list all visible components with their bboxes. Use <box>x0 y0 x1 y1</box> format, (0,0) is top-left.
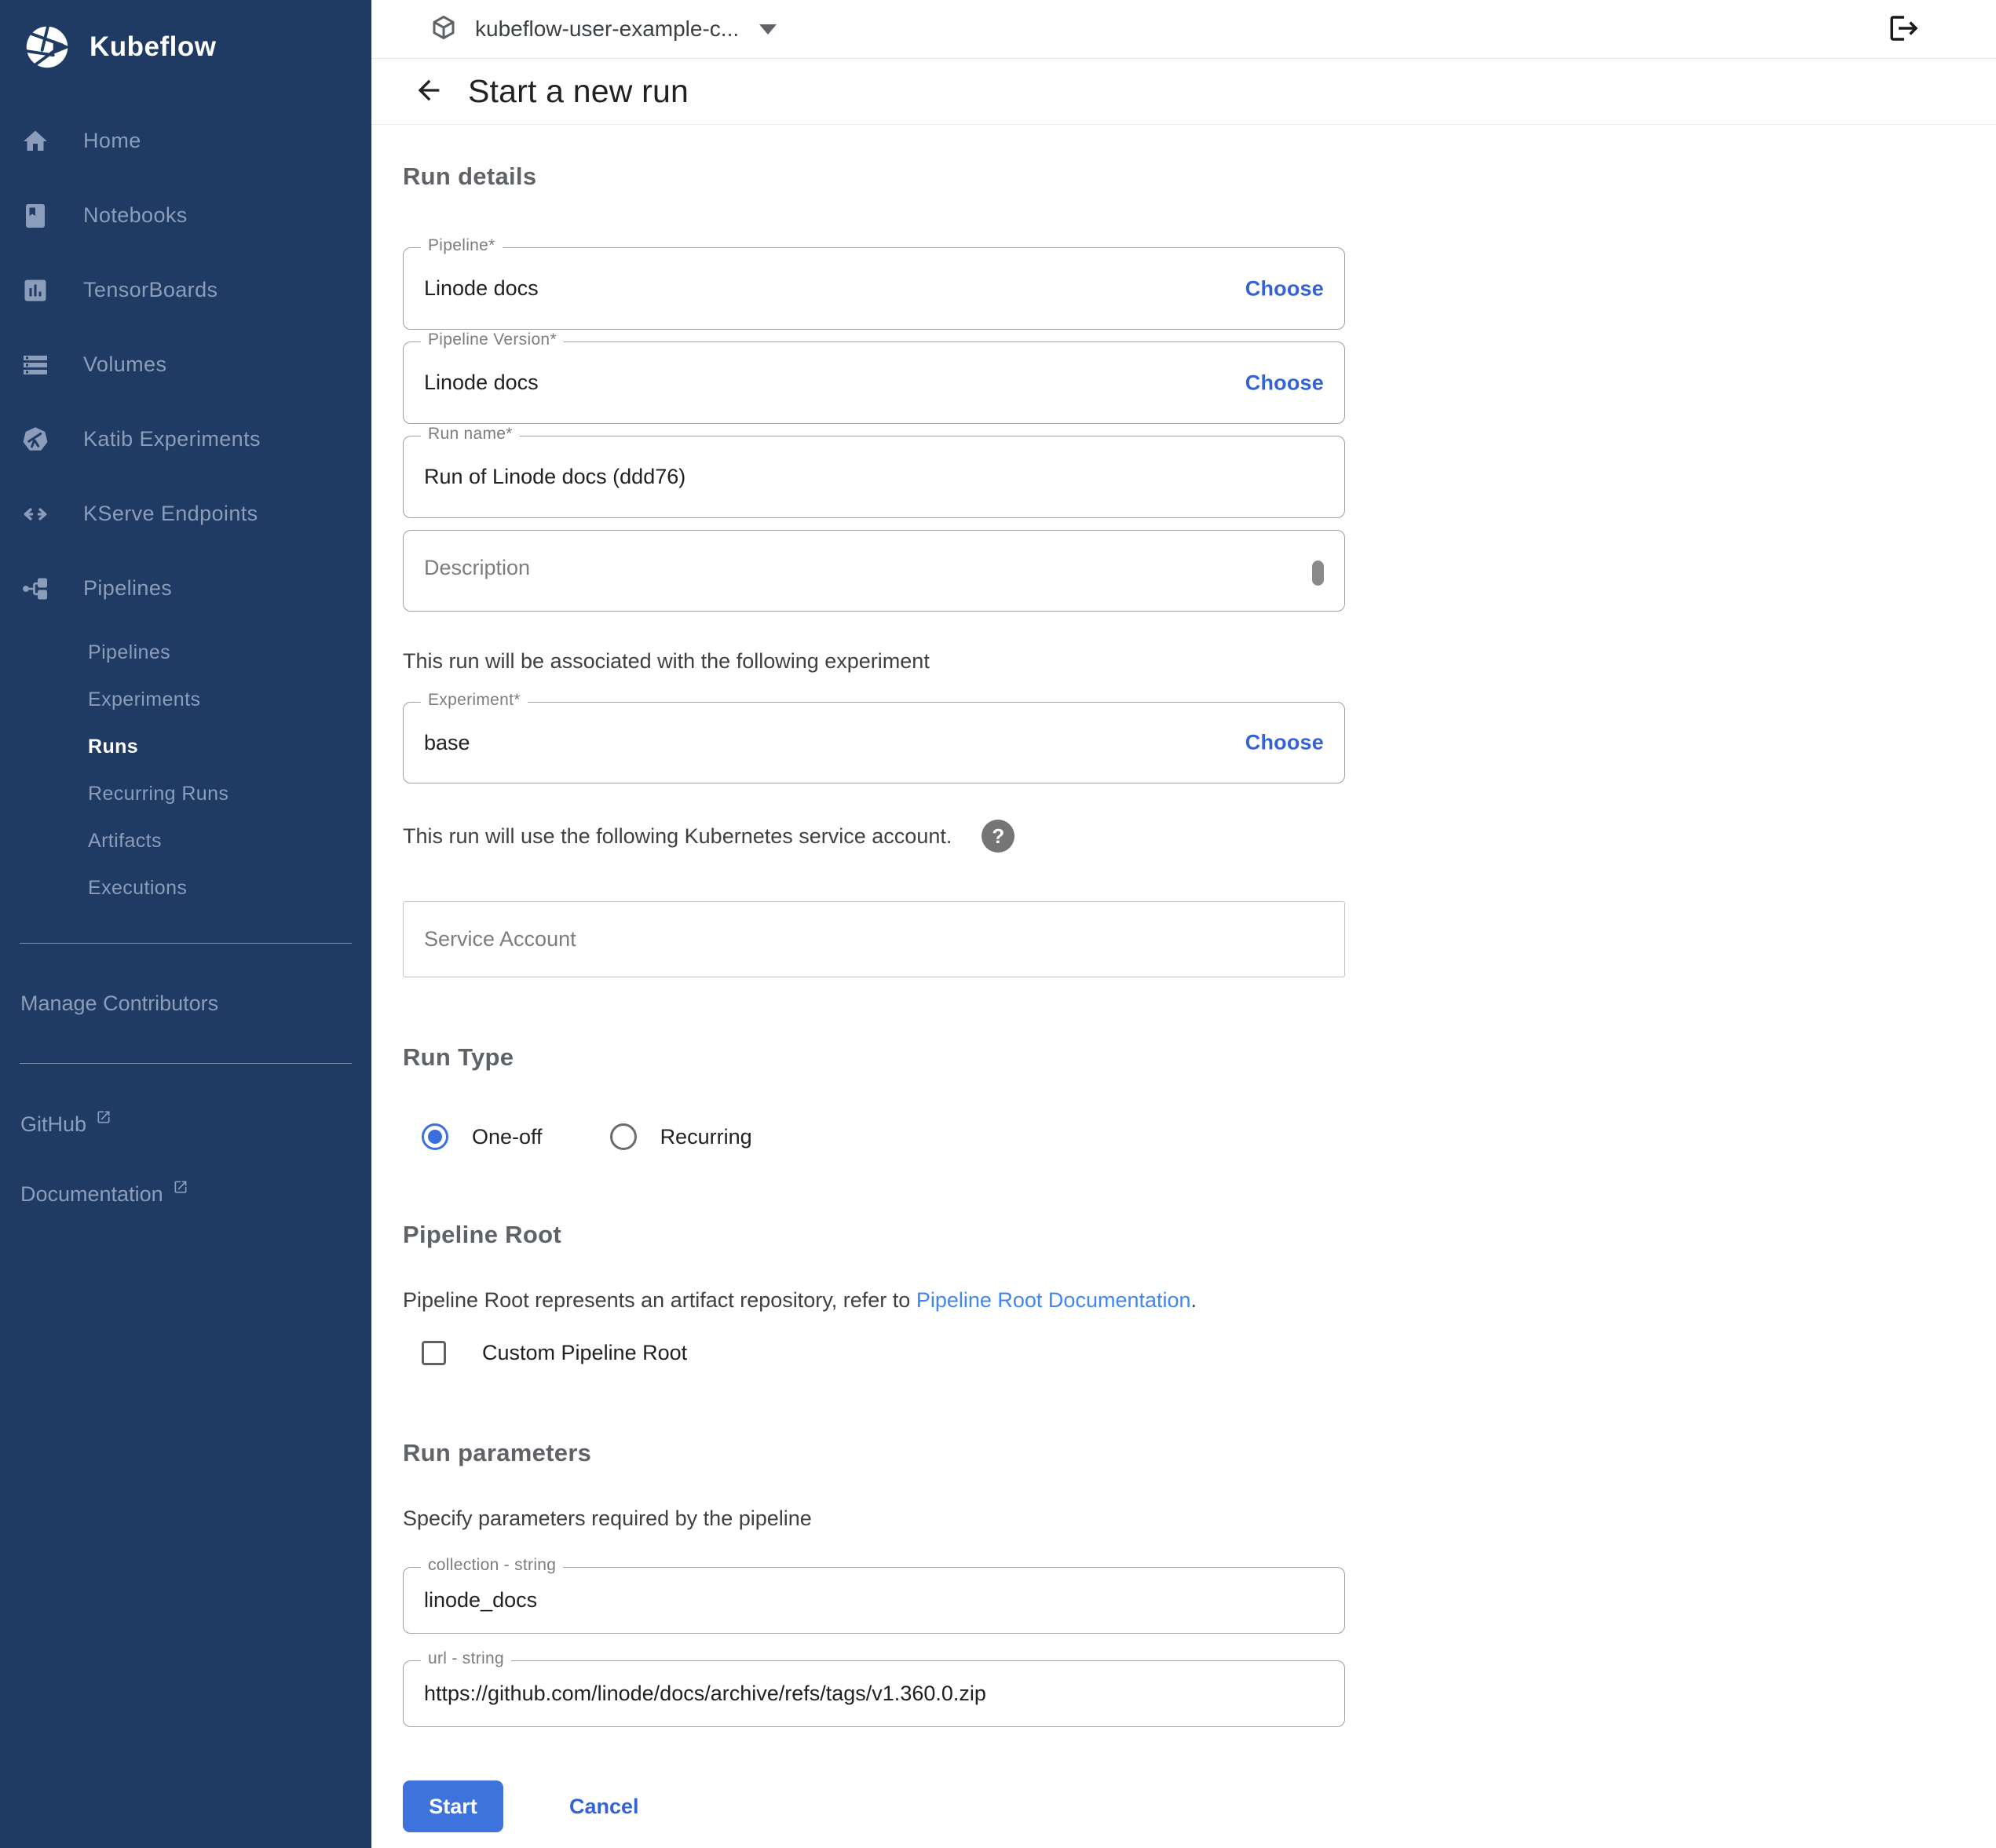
subnav-item-recurring-runs[interactable]: Recurring Runs <box>0 770 371 817</box>
pipelines-subnav: Pipelines Experiments Runs Recurring Run… <box>0 629 371 911</box>
one-off-label: One-off <box>472 1125 543 1149</box>
form-actions: Start Cancel <box>403 1780 1996 1832</box>
pipeline-root-doc-link[interactable]: Pipeline Root Documentation <box>916 1288 1191 1312</box>
subnav-item-runs[interactable]: Runs <box>0 723 371 770</box>
external-link-icon <box>173 1176 188 1200</box>
sidebar-item-manage-contributors[interactable]: Manage Contributors <box>0 988 371 1019</box>
tensorboards-icon <box>20 276 50 305</box>
pipeline-root-heading: Pipeline Root <box>403 1221 1996 1249</box>
form-content: Run details Pipeline* Choose Pipeline Ve… <box>371 125 1996 1848</box>
namespace-cube-icon <box>430 13 458 46</box>
pipeline-field: Pipeline* Choose <box>403 247 1345 330</box>
sidebar-item-katib-experiments[interactable]: Katib Experiments <box>0 402 371 477</box>
url-param-field: url - string <box>403 1660 1345 1727</box>
start-button[interactable]: Start <box>403 1780 503 1832</box>
subnav-item-artifacts[interactable]: Artifacts <box>0 817 371 864</box>
page-title: Start a new run <box>468 73 689 110</box>
pipeline-root-description: Pipeline Root represents an artifact rep… <box>403 1288 1996 1313</box>
experiment-input[interactable] <box>424 703 1131 783</box>
experiment-field: Experiment* Choose <box>403 702 1345 783</box>
run-parameters-note: Specify parameters required by the pipel… <box>403 1507 1996 1531</box>
description-field <box>403 530 1345 612</box>
run-name-input[interactable] <box>424 436 1131 517</box>
description-input[interactable] <box>404 531 1267 611</box>
sidebar-item-volumes[interactable]: Volumes <box>0 327 371 402</box>
sidebar-link-documentation[interactable]: Documentation <box>0 1182 371 1207</box>
pipeline-version-field: Pipeline Version* Choose <box>403 341 1345 424</box>
collection-param-input[interactable] <box>424 1568 1288 1633</box>
external-link-icon <box>96 1106 111 1130</box>
cancel-button[interactable]: Cancel <box>569 1795 639 1819</box>
subnav-item-executions[interactable]: Executions <box>0 864 371 911</box>
sidebar-divider <box>20 943 352 944</box>
back-button[interactable] <box>411 75 446 109</box>
kubeflow-app: Kubeflow Home Notebooks TensorBoards <box>0 0 1996 1848</box>
namespace-label: kubeflow-user-example-c... <box>475 16 739 42</box>
custom-pipeline-root-checkbox[interactable] <box>422 1341 446 1365</box>
katib-icon <box>20 425 50 455</box>
sidebar: Kubeflow Home Notebooks TensorBoards <box>0 0 371 1848</box>
collection-param-field: collection - string <box>403 1567 1345 1634</box>
custom-pipeline-root-row: Custom Pipeline Root <box>422 1341 1996 1365</box>
service-account-note-row: This run will use the following Kubernet… <box>403 820 1996 853</box>
run-name-field: Run name* <box>403 436 1345 518</box>
notebooks-icon <box>20 201 50 231</box>
kserve-icon <box>20 499 50 529</box>
sidebar-nav: Home Notebooks TensorBoards Volumes <box>0 104 371 626</box>
main-area: kubeflow-user-example-c... Start a new r… <box>371 0 1996 1848</box>
sidebar-item-tensorboards[interactable]: TensorBoards <box>0 253 371 327</box>
help-icon[interactable]: ? <box>982 820 1014 853</box>
pipeline-choose-button[interactable]: Choose <box>1245 276 1324 301</box>
run-details-heading: Run details <box>403 125 1996 191</box>
subnav-item-pipelines[interactable]: Pipelines <box>0 629 371 676</box>
service-account-field <box>403 901 1345 977</box>
subnav-item-experiments[interactable]: Experiments <box>0 676 371 723</box>
custom-pipeline-root-label: Custom Pipeline Root <box>482 1341 687 1365</box>
run-type-options: One-off Recurring <box>422 1123 1996 1150</box>
sidebar-item-home[interactable]: Home <box>0 104 371 178</box>
service-account-input[interactable] <box>424 902 1288 977</box>
pipelines-icon <box>20 574 50 604</box>
home-icon <box>20 126 50 156</box>
scrollbar-thumb[interactable] <box>1312 561 1324 586</box>
page-header: Start a new run <box>371 59 1996 125</box>
topbar: kubeflow-user-example-c... <box>371 0 1996 59</box>
logo-text: Kubeflow <box>90 31 216 63</box>
kubeflow-logo-icon <box>22 22 72 72</box>
recurring-label: Recurring <box>660 1125 752 1149</box>
pipeline-version-input[interactable] <box>424 342 1131 423</box>
volumes-icon <box>20 350 50 380</box>
sidebar-link-github[interactable]: GitHub <box>0 1112 371 1137</box>
sidebar-divider <box>20 1063 352 1064</box>
sidebar-item-kserve-endpoints[interactable]: KServe Endpoints <box>0 477 371 551</box>
sidebar-item-pipelines[interactable]: Pipelines <box>0 551 371 626</box>
chevron-down-icon <box>759 24 777 35</box>
logout-button[interactable] <box>1888 12 1921 47</box>
namespace-selector[interactable]: kubeflow-user-example-c... <box>430 13 777 46</box>
recurring-radio[interactable] <box>610 1123 637 1150</box>
pipeline-version-choose-button[interactable]: Choose <box>1245 371 1324 395</box>
back-arrow-icon <box>413 75 444 106</box>
one-off-radio[interactable] <box>422 1123 448 1150</box>
experiment-note: This run will be associated with the fol… <box>403 649 1996 674</box>
service-account-note: This run will use the following Kubernet… <box>403 824 952 849</box>
sidebar-item-notebooks[interactable]: Notebooks <box>0 178 371 253</box>
logout-icon <box>1888 12 1921 45</box>
run-parameters-heading: Run parameters <box>403 1439 1996 1467</box>
kubeflow-logo[interactable]: Kubeflow <box>0 0 371 94</box>
pipeline-input[interactable] <box>424 248 1131 329</box>
url-param-input[interactable] <box>424 1661 1288 1726</box>
experiment-choose-button[interactable]: Choose <box>1245 731 1324 755</box>
run-type-heading: Run Type <box>403 1043 1996 1072</box>
